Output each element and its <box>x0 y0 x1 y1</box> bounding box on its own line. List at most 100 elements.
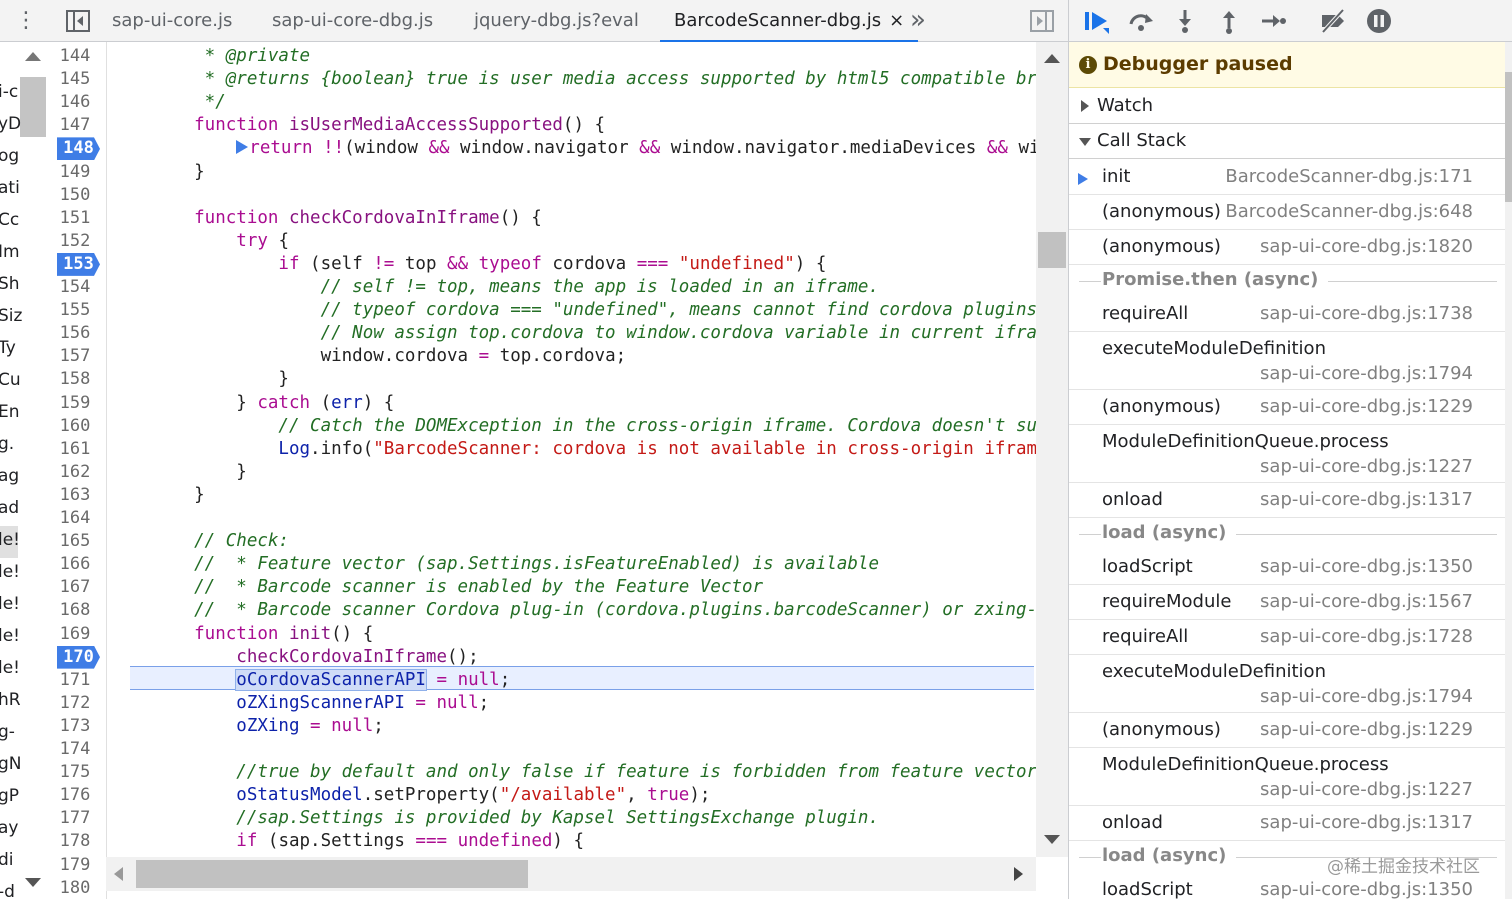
navigator-item-fragment[interactable]: Sh <box>0 274 20 294</box>
code-line[interactable]: 176 oStatusModel.setProperty("/available… <box>50 784 1034 807</box>
tab-jquery-dbg[interactable]: jquery-dbg.js?eval <box>474 0 639 42</box>
code-line[interactable]: 155 // typeof cordova === "undefined", m… <box>50 299 1068 322</box>
navigator-item-fragment[interactable]: hR <box>0 690 21 710</box>
code-line[interactable]: 169 function init() { <box>50 623 1034 646</box>
navigator-item-fragment[interactable]: Siz <box>0 306 22 326</box>
line-number[interactable]: 178 <box>50 830 100 853</box>
code-line[interactable]: 178 if (sap.Settings === undefined) { <box>50 830 1034 853</box>
code-text[interactable]: * @private <box>152 45 310 68</box>
line-number[interactable]: 180 <box>50 877 100 899</box>
call-frame[interactable]: onload sap-ui-core-dbg.js:1317 <box>1069 806 1505 841</box>
navigator-item-fragment[interactable]: i-c <box>0 82 18 102</box>
frame-location[interactable]: sap-ui-core-dbg.js:1794 <box>1260 363 1473 384</box>
code-text[interactable]: window.cordova = top.cordova; <box>152 345 627 368</box>
step-into-icon[interactable] <box>1171 8 1199 34</box>
code-text[interactable]: // * Feature vector (sap.Settings.isFeat… <box>152 553 879 576</box>
code-line[interactable]: 151 function checkCordovaInIframe() { <box>50 207 1034 230</box>
line-number[interactable]: 160 <box>50 415 100 438</box>
code-line[interactable]: 175 //true by default and only false if … <box>50 761 1037 784</box>
line-number[interactable]: 155 <box>50 299 100 322</box>
scroll-right-icon[interactable] <box>1014 867 1023 881</box>
code-line[interactable]: 166 // * Feature vector (sap.Settings.is… <box>50 553 1034 576</box>
step-out-icon[interactable] <box>1215 8 1243 34</box>
scroll-up-icon[interactable] <box>1044 54 1060 63</box>
code-text[interactable]: function checkCordovaInIframe() { <box>152 207 542 230</box>
code-line[interactable]: 165 // Check: <box>50 530 1034 553</box>
frame-location[interactable]: sap-ui-core-dbg.js:1567 <box>1260 591 1473 612</box>
code-text[interactable]: } <box>152 161 205 184</box>
scrollbar-thumb[interactable] <box>1038 232 1066 268</box>
navigator-item-fragment[interactable]: g- <box>0 722 15 742</box>
line-number[interactable]: 176 <box>50 784 100 807</box>
call-frame[interactable]: ModuleDefinitionQueue.process sap-ui-core… <box>1069 425 1505 483</box>
line-number[interactable]: 154 <box>50 276 100 299</box>
code-line[interactable]: 148 return !!(window && window.navigator… <box>50 137 1068 161</box>
editor-vertical-scrollbar[interactable] <box>1036 42 1068 857</box>
call-frame[interactable]: executeModuleDefinition sap-ui-core-dbg.j… <box>1069 655 1505 713</box>
code-text[interactable]: oZXing = null; <box>152 715 384 738</box>
navigator-item-fragment[interactable]: le! <box>0 562 20 582</box>
call-frame[interactable]: (anonymous) sap-ui-core-dbg.js:1229 <box>1069 713 1505 748</box>
code-line[interactable]: 162 } <box>50 461 1034 484</box>
code-text[interactable]: //sap.Settings is provided by Kapsel Set… <box>152 807 879 830</box>
tab-sap-ui-core-dbg[interactable]: sap-ui-core-dbg.js <box>272 0 433 42</box>
navigator-item-fragment[interactable]: En <box>0 402 20 422</box>
code-line[interactable]: 153 if (self != top && typeof cordova ==… <box>50 252 1034 276</box>
code-text[interactable]: oStatusModel.setProperty("/available", t… <box>152 784 710 807</box>
call-frame[interactable]: (anonymous) sap-ui-core-dbg.js:1229 <box>1069 390 1505 425</box>
call-frame[interactable]: executeModuleDefinition sap-ui-core-dbg.j… <box>1069 332 1505 390</box>
code-line[interactable]: 167 // * Barcode scanner is enabled by t… <box>50 576 1034 599</box>
code-text[interactable]: // self != top, means the app is loaded … <box>152 276 879 299</box>
code-text[interactable]: //true by default and only false if feat… <box>152 761 1037 784</box>
code-text[interactable]: function init() { <box>152 623 373 646</box>
navigator-item-fragment[interactable]: Im <box>0 242 20 262</box>
editor-horizontal-scrollbar[interactable] <box>106 857 1036 891</box>
code-text[interactable]: checkCordovaInIframe(); <box>152 646 478 669</box>
call-frame[interactable]: (anonymous) BarcodeScanner-dbg.js:648 <box>1069 195 1505 230</box>
code-text[interactable]: // * Barcode scanner Cordova plug-in (co… <box>152 599 1068 622</box>
toggle-navigator-icon[interactable] <box>66 10 90 32</box>
code-line[interactable]: 150 <box>50 184 1034 207</box>
line-number[interactable]: 162 <box>50 461 100 484</box>
line-number[interactable]: 146 <box>50 91 100 114</box>
code-text[interactable]: */ <box>152 91 226 114</box>
code-text[interactable]: // Catch the DOMException in the cross-o… <box>152 415 1068 438</box>
code-text[interactable]: // * Barcode scanner is enabled by the F… <box>152 576 763 599</box>
code-line[interactable]: 154 // self != top, means the app is loa… <box>50 276 1034 299</box>
line-number[interactable]: 156 <box>50 322 100 345</box>
call-frame[interactable]: requireAll sap-ui-core-dbg.js:1738 <box>1069 297 1505 332</box>
line-number[interactable]: 173 <box>50 715 100 738</box>
code-text[interactable]: } <box>152 484 205 507</box>
code-line[interactable]: 174 <box>50 738 1034 761</box>
frame-location[interactable]: sap-ui-core-dbg.js:1794 <box>1260 686 1473 707</box>
frame-location[interactable]: BarcodeScanner-dbg.js:648 <box>1225 201 1473 222</box>
code-text[interactable]: // Check: <box>152 530 289 553</box>
call-frame[interactable]: onload sap-ui-core-dbg.js:1317 <box>1069 483 1505 518</box>
navigator-item-fragment[interactable]: ati <box>0 178 20 198</box>
code-line[interactable]: 152 try { <box>50 230 1034 253</box>
scrollbar-thumb[interactable] <box>1505 72 1512 202</box>
navigator-item-fragment[interactable]: di <box>0 850 14 870</box>
tab-barcodescanner-dbg[interactable]: BarcodeScanner-dbg.js × <box>660 0 919 42</box>
frame-location[interactable]: sap-ui-core-dbg.js:1728 <box>1260 626 1473 647</box>
line-number[interactable]: 166 <box>50 553 100 576</box>
code-line[interactable]: 144 * @private <box>50 45 1034 68</box>
scroll-down-icon[interactable] <box>25 878 41 887</box>
line-number[interactable]: 169 <box>50 623 100 646</box>
code-text[interactable]: return !!(window && window.navigator && … <box>152 137 1068 160</box>
line-number[interactable]: 175 <box>50 761 100 784</box>
line-number[interactable]: 147 <box>50 114 100 137</box>
frame-location[interactable]: sap-ui-core-dbg.js:1738 <box>1260 303 1473 324</box>
close-tab-icon[interactable]: × <box>889 10 904 31</box>
navigator-item-fragment[interactable]: gP <box>0 786 19 806</box>
code-text[interactable]: Log.info("BarcodeScanner: cordova is not… <box>152 438 1068 461</box>
pause-on-exceptions-icon[interactable] <box>1365 8 1393 34</box>
breakpoint-line-number[interactable]: 170 <box>57 645 100 669</box>
navigator-item-fragment[interactable]: Cu <box>0 370 21 390</box>
navigator-item-fragment[interactable]: Cc <box>0 210 19 230</box>
navigator-item-fragment[interactable]: le! <box>0 658 20 678</box>
code-line[interactable]: 177 //sap.Settings is provided by Kapsel… <box>50 807 1034 830</box>
scrollbar-thumb[interactable] <box>136 860 528 888</box>
line-number[interactable]: 150 <box>50 184 100 207</box>
frame-location[interactable]: sap-ui-core-dbg.js:1317 <box>1260 812 1473 833</box>
